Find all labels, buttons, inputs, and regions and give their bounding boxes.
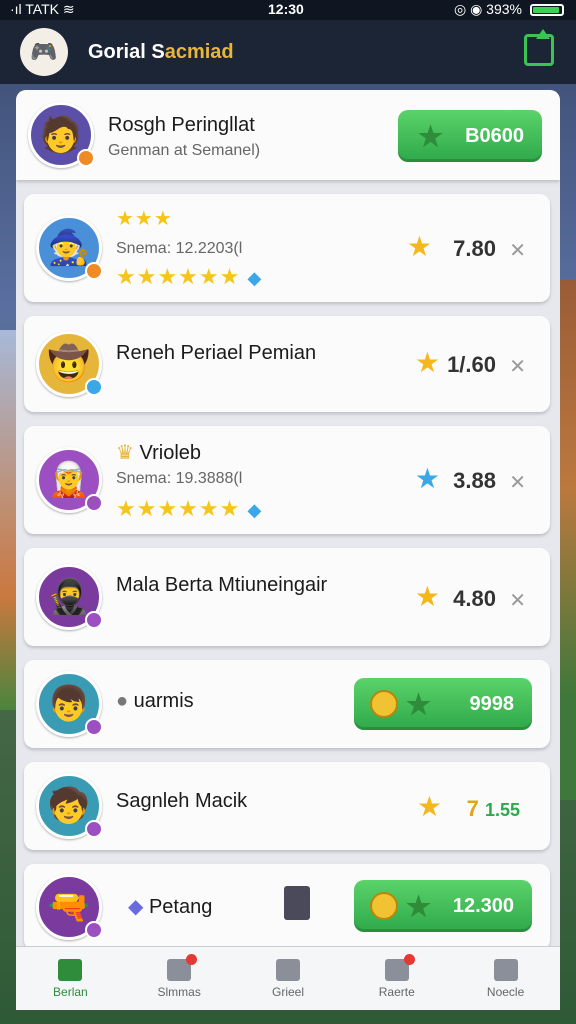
close-icon[interactable]: ✕	[509, 238, 526, 263]
player-name: ◆ Petang	[128, 896, 213, 918]
home-icon	[58, 958, 83, 981]
list-item[interactable]: 🥷 Mala Berta Mtiuneingair ★ 4.80 ✕	[24, 548, 550, 646]
coin-icon	[370, 690, 398, 718]
star-icon: ★	[416, 791, 442, 822]
app-logo-icon[interactable]: 🎮	[20, 28, 68, 76]
avatar: 🧙	[36, 215, 103, 281]
battery-icon	[530, 3, 564, 16]
person-icon	[493, 958, 518, 981]
star-icon: ★	[406, 231, 432, 262]
share-icon[interactable]	[524, 29, 554, 66]
coin-icon	[370, 892, 398, 920]
avatar: 🥷	[36, 564, 103, 630]
list-item[interactable]: 👦 ● uarmis ★ 9998	[24, 660, 550, 748]
list-item[interactable]: 🤠 Reneh Periael Pemian ★ 1/.60 ✕	[24, 316, 550, 412]
avatar: 👦	[36, 671, 103, 737]
nav-item-home[interactable]: Berlan	[16, 947, 125, 1010]
app-header: 🎮 Gorial Sacmiad	[0, 20, 576, 84]
avatar: 🧒	[36, 773, 103, 839]
star-icon: ★	[406, 689, 432, 720]
nav-item-docs[interactable]: Grieel	[234, 947, 343, 1010]
player-name: Reneh Periael Pemian	[116, 342, 317, 364]
star-icon: ★	[414, 581, 440, 612]
player-name: ● uarmis	[116, 690, 194, 712]
score-button[interactable]: ★ B0600	[398, 110, 542, 162]
chart-icon	[167, 953, 198, 981]
app-title: Gorial Sacmiad	[88, 40, 234, 63]
rating-stars: ★★★★★★ ◆	[116, 496, 263, 521]
close-icon[interactable]: ✕	[509, 354, 526, 379]
list-item[interactable]: 🧝 ♛ Vrioleb Snema: 19.3888(l ★★★★★★ ◆ ★ …	[24, 426, 550, 534]
leaderboard-list[interactable]: 🧑 Rosgh Peringllat Genman at Semanel) ★ …	[16, 90, 560, 1010]
list-item[interactable]: 🧒 Sagnleh Macik ★ 7 1.55	[24, 762, 550, 850]
list-item[interactable]: 🧑 Rosgh Peringllat Genman at Semanel) ★ …	[16, 90, 560, 180]
document-icon	[275, 958, 300, 981]
item-icon	[284, 886, 310, 920]
avatar: 🤠	[36, 331, 103, 397]
player-subtitle: Snema: 19.3888(l	[116, 470, 243, 487]
notification-dot	[403, 953, 415, 965]
score-button[interactable]: ★ 12.300	[354, 880, 532, 932]
list-item[interactable]: 🔫 ◆ Petang ★ 12.300	[24, 864, 550, 950]
status-icons-battery-text: ◎ ◉ 393%	[453, 1, 522, 17]
player-score: 7 1.55	[466, 796, 520, 821]
player-name: Rosgh Peringllat	[108, 114, 255, 136]
avatar: 🔫	[36, 874, 103, 940]
close-icon[interactable]: ✕	[509, 588, 526, 613]
rank-badge: ★★★	[116, 208, 173, 230]
status-bar: ·ıl TATK ≋ 12:30 ◎ ◉ 393%	[0, 0, 576, 20]
player-subtitle: Snema: 12.2203(l	[116, 240, 243, 257]
bottom-navigation: Berlan Slmmas Grieel Raerte Noecle	[16, 946, 560, 1010]
notification-dot	[186, 953, 198, 965]
player-score: 7.80	[453, 236, 496, 261]
signal-carrier-text: ·ıl TATK ≋	[10, 1, 75, 17]
player-score: 1/.60	[447, 352, 496, 377]
mail-icon	[384, 953, 415, 981]
nav-item-profile[interactable]: Noecle	[451, 947, 560, 1010]
star-icon: ★	[418, 121, 444, 152]
avatar: 🧝	[36, 447, 103, 513]
player-name: ♛ Vrioleb	[116, 442, 202, 464]
rating-stars: ★★★★★★ ◆	[116, 264, 263, 289]
player-score: 4.80	[453, 586, 496, 611]
nav-item-stats[interactable]: Slmmas	[125, 947, 234, 1010]
player-score: 3.88	[453, 468, 496, 493]
player-name: Sagnleh Macik	[116, 790, 248, 812]
avatar: 🧑	[28, 102, 95, 168]
list-item[interactable]: 🧙 ★★★ Snema: 12.2203(l ★★★★★★ ◆ ★ 7.80 ✕	[24, 194, 550, 302]
close-icon[interactable]: ✕	[509, 470, 526, 495]
star-icon: ★	[414, 347, 440, 378]
star-icon: ★	[414, 463, 440, 494]
player-name: Mala Berta Mtiuneingair	[116, 574, 328, 596]
player-subtitle: Genman at Semanel)	[108, 142, 261, 159]
score-button[interactable]: ★ 9998	[354, 678, 532, 730]
status-time: 12:30	[268, 1, 304, 17]
nav-item-messages[interactable]: Raerte	[342, 947, 451, 1010]
star-icon: ★	[406, 891, 432, 922]
